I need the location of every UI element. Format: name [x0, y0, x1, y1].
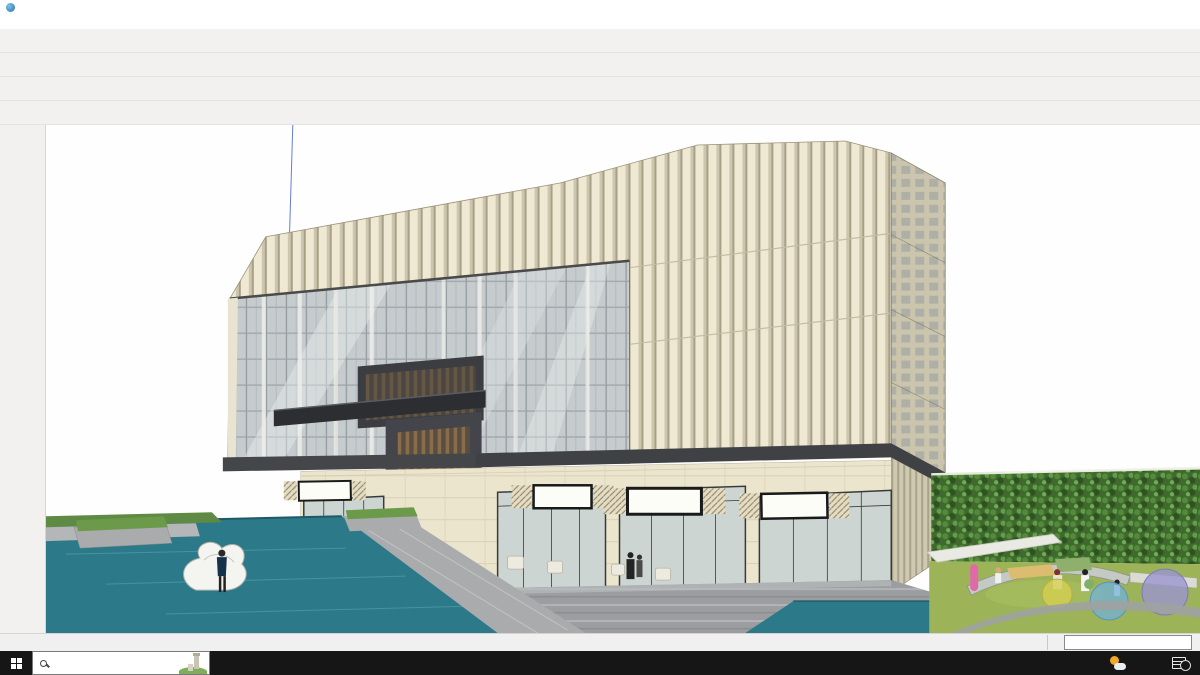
field-of-view-input[interactable] — [1064, 635, 1192, 650]
toolbar-row-1 — [0, 29, 1200, 53]
status-bar — [0, 633, 1200, 651]
windows-taskbar — [0, 651, 1200, 675]
weather-widget[interactable] — [1109, 656, 1136, 670]
title-bar — [0, 0, 1200, 14]
toolbar-row-3 — [0, 77, 1200, 101]
notification-center-icon[interactable] — [1172, 657, 1191, 671]
start-button[interactable] — [0, 651, 32, 675]
windows-logo-icon — [10, 657, 22, 669]
toolbar-row-2 — [0, 53, 1200, 77]
search-icon — [40, 659, 47, 667]
system-tray — [1109, 651, 1200, 675]
toolbar-row-4 — [0, 101, 1200, 125]
notification-badge — [1180, 660, 1191, 671]
weather-icon — [1109, 656, 1126, 670]
left-tool-palette — [0, 125, 45, 633]
sketchup-window — [0, 0, 1200, 675]
taskbar-search-box[interactable] — [32, 651, 210, 675]
green-wall-and-playground — [926, 466, 1200, 633]
search-highlight-image — [179, 653, 207, 674]
menu-bar — [0, 14, 1200, 29]
sketchup-app-icon — [6, 2, 15, 12]
viewport-3d[interactable] — [45, 125, 1200, 633]
